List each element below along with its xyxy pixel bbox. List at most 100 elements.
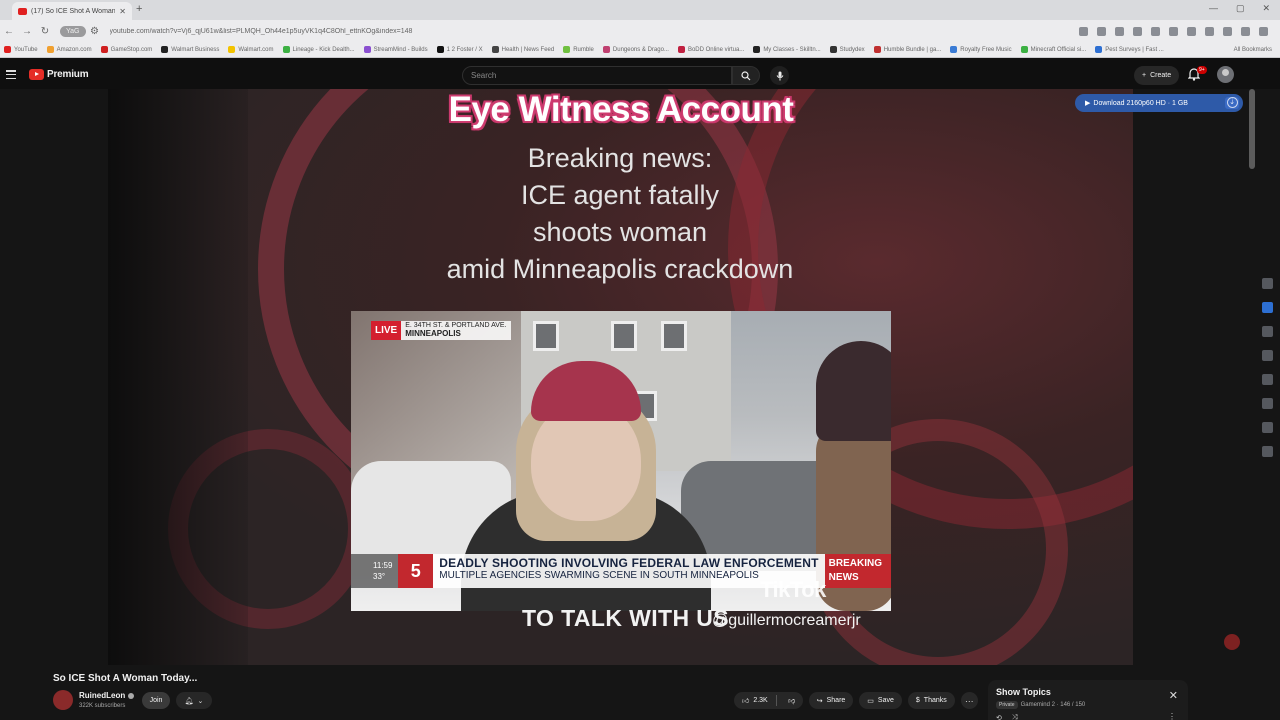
- forward-icon[interactable]: →: [18, 26, 36, 37]
- youtube-logo[interactable]: Premium: [29, 69, 89, 80]
- bookmark-item[interactable]: 1 2 Foster / X: [436, 46, 483, 53]
- extension-icon[interactable]: [1205, 26, 1214, 36]
- browser-tabstrip: (17) So ICE Shot A Woman Tod... ✕ + — ▢ …: [0, 0, 1280, 20]
- bookmark-item[interactable]: Amazon.com: [46, 46, 92, 53]
- channel-name-text[interactable]: RuinedLeon: [79, 691, 125, 700]
- notification-count-badge: 9+: [1197, 66, 1207, 74]
- bookmark-label: Health | News Feed: [501, 46, 555, 53]
- install-icon[interactable]: [1079, 26, 1088, 36]
- playlist-title[interactable]: Show Topics: [996, 687, 1180, 697]
- bookmark-item[interactable]: My Classes - Skilltn...: [753, 46, 821, 53]
- divider: [775, 695, 777, 706]
- bookmark-favicon-icon: [161, 46, 169, 53]
- browser-tab-title: (17) So ICE Shot A Woman Tod...: [31, 7, 116, 15]
- side-game-icon[interactable]: [1262, 398, 1273, 409]
- save-button[interactable]: ▭ Save: [859, 692, 902, 709]
- extension-icon[interactable]: [1241, 26, 1250, 36]
- new-tab-button[interactable]: +: [136, 3, 142, 15]
- bookmarks-bar: YouTube Amazon.com GameStop.com Walmart Bus…: [0, 42, 1280, 58]
- site-info-icon[interactable]: ⚙: [86, 26, 104, 37]
- like-count[interactable]: 2.3K: [753, 697, 767, 704]
- bookmark-item[interactable]: Rumble: [563, 46, 594, 53]
- thanks-button[interactable]: $ Thanks: [907, 692, 955, 709]
- news-clip: LIVE E. 34TH ST. & PORTLAND AVE. MINNEAP…: [351, 311, 891, 611]
- like-icon[interactable]: 👍︎: [742, 696, 749, 705]
- reload-icon[interactable]: ↻: [36, 26, 54, 37]
- subscription-bell-button[interactable]: 🔔︎ ⌄: [176, 692, 212, 709]
- bookmark-favicon-icon: [829, 46, 837, 53]
- search-input[interactable]: Search: [462, 66, 732, 85]
- loop-icon[interactable]: ⟲: [996, 714, 1002, 720]
- side-tools-icon[interactable]: [1262, 422, 1273, 433]
- video-title: So ICE Shot A Woman Today...: [53, 673, 198, 684]
- bookmark-item[interactable]: Walmart.com: [228, 46, 274, 53]
- bookmark-item[interactable]: Royalty Free Music: [950, 46, 1012, 53]
- bookmark-item[interactable]: Studydex: [829, 46, 865, 53]
- browser-tab[interactable]: (17) So ICE Shot A Woman Tod... ✕: [12, 2, 132, 20]
- search-button[interactable]: [732, 66, 760, 85]
- bookmark-item[interactable]: Pest Surveys | Fast ...: [1095, 46, 1164, 53]
- all-bookmarks-button[interactable]: All Bookmarks: [1234, 47, 1272, 53]
- create-button[interactable]: + Create: [1134, 66, 1180, 85]
- bookmark-favicon-icon: [677, 46, 685, 53]
- bookmark-item[interactable]: YouTube: [4, 46, 38, 53]
- extension-icon[interactable]: [1151, 26, 1160, 36]
- maximize-icon[interactable]: ▢: [1236, 3, 1245, 14]
- bookmark-label: Amazon.com: [56, 46, 92, 53]
- close-icon[interactable]: ✕: [1169, 689, 1178, 702]
- account-avatar[interactable]: [1217, 66, 1234, 83]
- extension-icon[interactable]: [1223, 26, 1232, 36]
- extension-icon[interactable]: [1169, 26, 1178, 36]
- page-scrollbar[interactable]: [1249, 89, 1255, 169]
- info-icon[interactable]: i: [1227, 97, 1238, 108]
- bookmark-favicon-icon: [4, 46, 11, 53]
- bookmark-item[interactable]: Humble Bundle | ga...: [873, 46, 941, 53]
- tab-close-icon[interactable]: ✕: [119, 7, 126, 16]
- bookmark-item[interactable]: Lineage - Kick Dealth...: [282, 46, 355, 53]
- mic-icon: [776, 71, 783, 80]
- channel-name[interactable]: RuinedLeon: [79, 691, 135, 700]
- browser-menu-icon[interactable]: [1259, 26, 1268, 36]
- extension-icon[interactable]: [1115, 26, 1124, 36]
- bookmark-favicon-icon: [436, 46, 444, 53]
- back-icon[interactable]: ←: [0, 26, 18, 37]
- share-button[interactable]: ↪ Share: [808, 692, 854, 709]
- bookmark-item[interactable]: Dungeons & Drago...: [602, 46, 669, 53]
- extension-icon[interactable]: [1187, 26, 1196, 36]
- side-home-icon[interactable]: [1262, 278, 1273, 289]
- side-notes-icon[interactable]: [1262, 350, 1273, 361]
- download-button[interactable]: ▶ Download 2160p60 HD · 1 GB ⌄: [1075, 94, 1243, 112]
- menu-icon[interactable]: [6, 70, 16, 79]
- minimize-icon[interactable]: —: [1209, 3, 1218, 14]
- side-tag-icon[interactable]: [1262, 374, 1273, 385]
- side-reader-icon[interactable]: [1262, 326, 1273, 337]
- bookmark-favicon-icon: [1095, 46, 1103, 53]
- side-chat-icon[interactable]: [1262, 302, 1273, 313]
- more-actions-icon[interactable]: …: [960, 692, 978, 709]
- voice-search-button[interactable]: [770, 66, 789, 85]
- bookmark-item[interactable]: Minecraft Official si...: [1020, 46, 1086, 53]
- ticker-time-temp: 11:59 33°: [351, 554, 399, 588]
- join-button[interactable]: Join: [142, 692, 170, 709]
- shuffle-icon[interactable]: ⤨: [1012, 714, 1018, 720]
- chevron-down-icon: ⌄: [197, 697, 204, 705]
- close-window-icon[interactable]: ✕: [1262, 3, 1270, 14]
- bookmark-item[interactable]: StreamMind - Builds: [363, 46, 428, 53]
- live-badge: LIVE: [371, 321, 402, 340]
- bookmark-star-icon[interactable]: [1097, 26, 1106, 36]
- bookmark-item[interactable]: BoDD Online virtua...: [677, 46, 744, 53]
- bookmark-item[interactable]: GameStop.com: [100, 46, 152, 53]
- floating-heart-icon[interactable]: [1224, 634, 1240, 650]
- profile-chip[interactable]: YaG: [60, 25, 86, 37]
- extension-icon[interactable]: [1133, 26, 1142, 36]
- bookmark-item[interactable]: Health | News Feed: [491, 46, 555, 53]
- bookmark-item[interactable]: Walmart Business: [161, 46, 219, 53]
- youtube-play-icon: [29, 69, 44, 80]
- channel-avatar[interactable]: [53, 690, 73, 710]
- playlist-menu-icon[interactable]: ⋮: [1168, 712, 1176, 720]
- side-add-icon[interactable]: [1262, 446, 1273, 457]
- breaking-news-badge: BREAKING NEWS: [824, 554, 891, 588]
- headline-line: Breaking news:: [527, 143, 713, 173]
- url-field[interactable]: youtube.com/watch?v=Vj6_qjU61w&list=PLMQ…: [110, 28, 1080, 35]
- dislike-icon[interactable]: 👎︎: [781, 696, 803, 705]
